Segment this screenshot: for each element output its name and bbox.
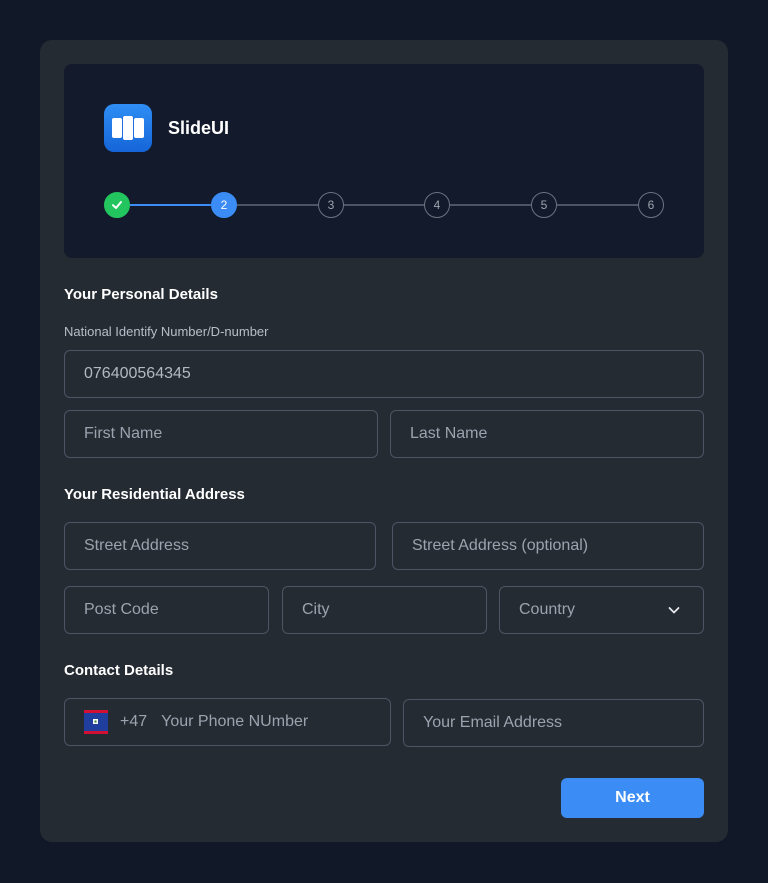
step-6[interactable]: 6 xyxy=(638,192,664,218)
step-connector xyxy=(344,204,424,206)
step-connector xyxy=(237,204,318,206)
last-name-input[interactable]: Last Name xyxy=(390,410,704,458)
step-1[interactable] xyxy=(104,192,130,218)
personal-details-title: Your Personal Details xyxy=(64,286,218,303)
step-4[interactable]: 4 xyxy=(424,192,450,218)
country-select[interactable]: Country xyxy=(499,586,704,634)
step-3[interactable]: 3 xyxy=(318,192,344,218)
nin-value: 076400564345 xyxy=(84,365,191,382)
street-address-optional-input[interactable]: Street Address (optional) xyxy=(392,522,704,570)
step-connector xyxy=(557,204,638,206)
phone-placeholder: Your Phone NUmber xyxy=(161,713,309,730)
street-address-input[interactable]: Street Address xyxy=(64,522,376,570)
nin-input[interactable]: 076400564345 xyxy=(64,350,704,398)
flag-icon[interactable] xyxy=(84,710,108,734)
brand-name: SlideUI xyxy=(168,118,230,138)
nin-label: National Identify Number/D-number xyxy=(64,324,269,339)
first-name-input[interactable]: First Name xyxy=(64,410,378,458)
step-5[interactable]: 5 xyxy=(531,192,557,218)
city-placeholder: City xyxy=(302,601,330,618)
street-address-placeholder: Street Address xyxy=(84,537,189,554)
post-code-placeholder: Post Code xyxy=(84,601,159,618)
email-input[interactable]: Your Email Address xyxy=(403,699,704,747)
form-header: SlideUI 2 3 4 5 6 xyxy=(64,64,704,258)
email-placeholder: Your Email Address xyxy=(423,714,563,731)
residential-address-title: Your Residential Address xyxy=(64,486,245,503)
step-connector xyxy=(450,204,531,206)
contact-details-title: Contact Details xyxy=(64,662,174,679)
form-card: SlideUI 2 3 4 5 6 Your Personal Details … xyxy=(40,40,728,842)
city-input[interactable]: City xyxy=(282,586,487,634)
step-2[interactable]: 2 xyxy=(211,192,237,218)
chevron-down-icon xyxy=(668,607,680,614)
country-code: +47 xyxy=(120,713,148,730)
next-button[interactable]: Next xyxy=(561,778,704,818)
first-name-placeholder: First Name xyxy=(84,425,163,442)
step-connector xyxy=(130,204,211,206)
slides-logo-icon xyxy=(104,104,152,152)
post-code-input[interactable]: Post Code xyxy=(64,586,269,634)
country-placeholder: Country xyxy=(519,601,576,618)
progress-stepper: 2 3 4 5 6 xyxy=(104,192,664,218)
street-address-optional-placeholder: Street Address (optional) xyxy=(412,537,589,554)
last-name-placeholder: Last Name xyxy=(410,425,488,442)
phone-input[interactable]: +47 Your Phone NUmber xyxy=(64,698,391,746)
check-icon xyxy=(112,201,122,209)
